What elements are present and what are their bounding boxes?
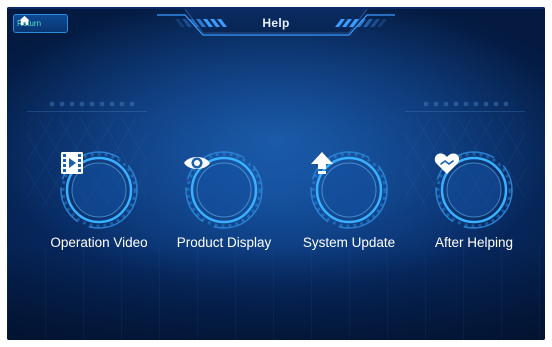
system-update-button[interactable]: System Update [294,145,404,250]
eye-icon [184,157,210,169]
decorative-line-left [27,111,147,112]
operation-video-label: Operation Video [50,235,148,250]
decorative-dots-right [421,100,511,108]
operation-video-button[interactable]: Operation Video [44,145,154,250]
product-display-label: Product Display [176,235,272,250]
upload-arrow-icon [311,152,333,174]
heart-hands-icon [434,153,460,174]
product-display-button[interactable]: Product Display [169,145,279,250]
decorative-dots-left [47,100,137,108]
system-update-label: System Update [302,235,396,250]
after-helping-label: After Helping [434,235,514,250]
background-floor [7,245,545,340]
header-bar: Help Return [7,7,545,41]
decorative-line-right [405,111,525,112]
return-button[interactable]: Return [13,14,68,33]
help-screen: Help Return Operation Video Product Disp… [7,7,545,340]
page-title: Help [262,16,290,30]
film-play-icon [61,152,83,174]
home-icon [19,15,30,26]
after-helping-button[interactable]: After Helping [419,145,529,250]
